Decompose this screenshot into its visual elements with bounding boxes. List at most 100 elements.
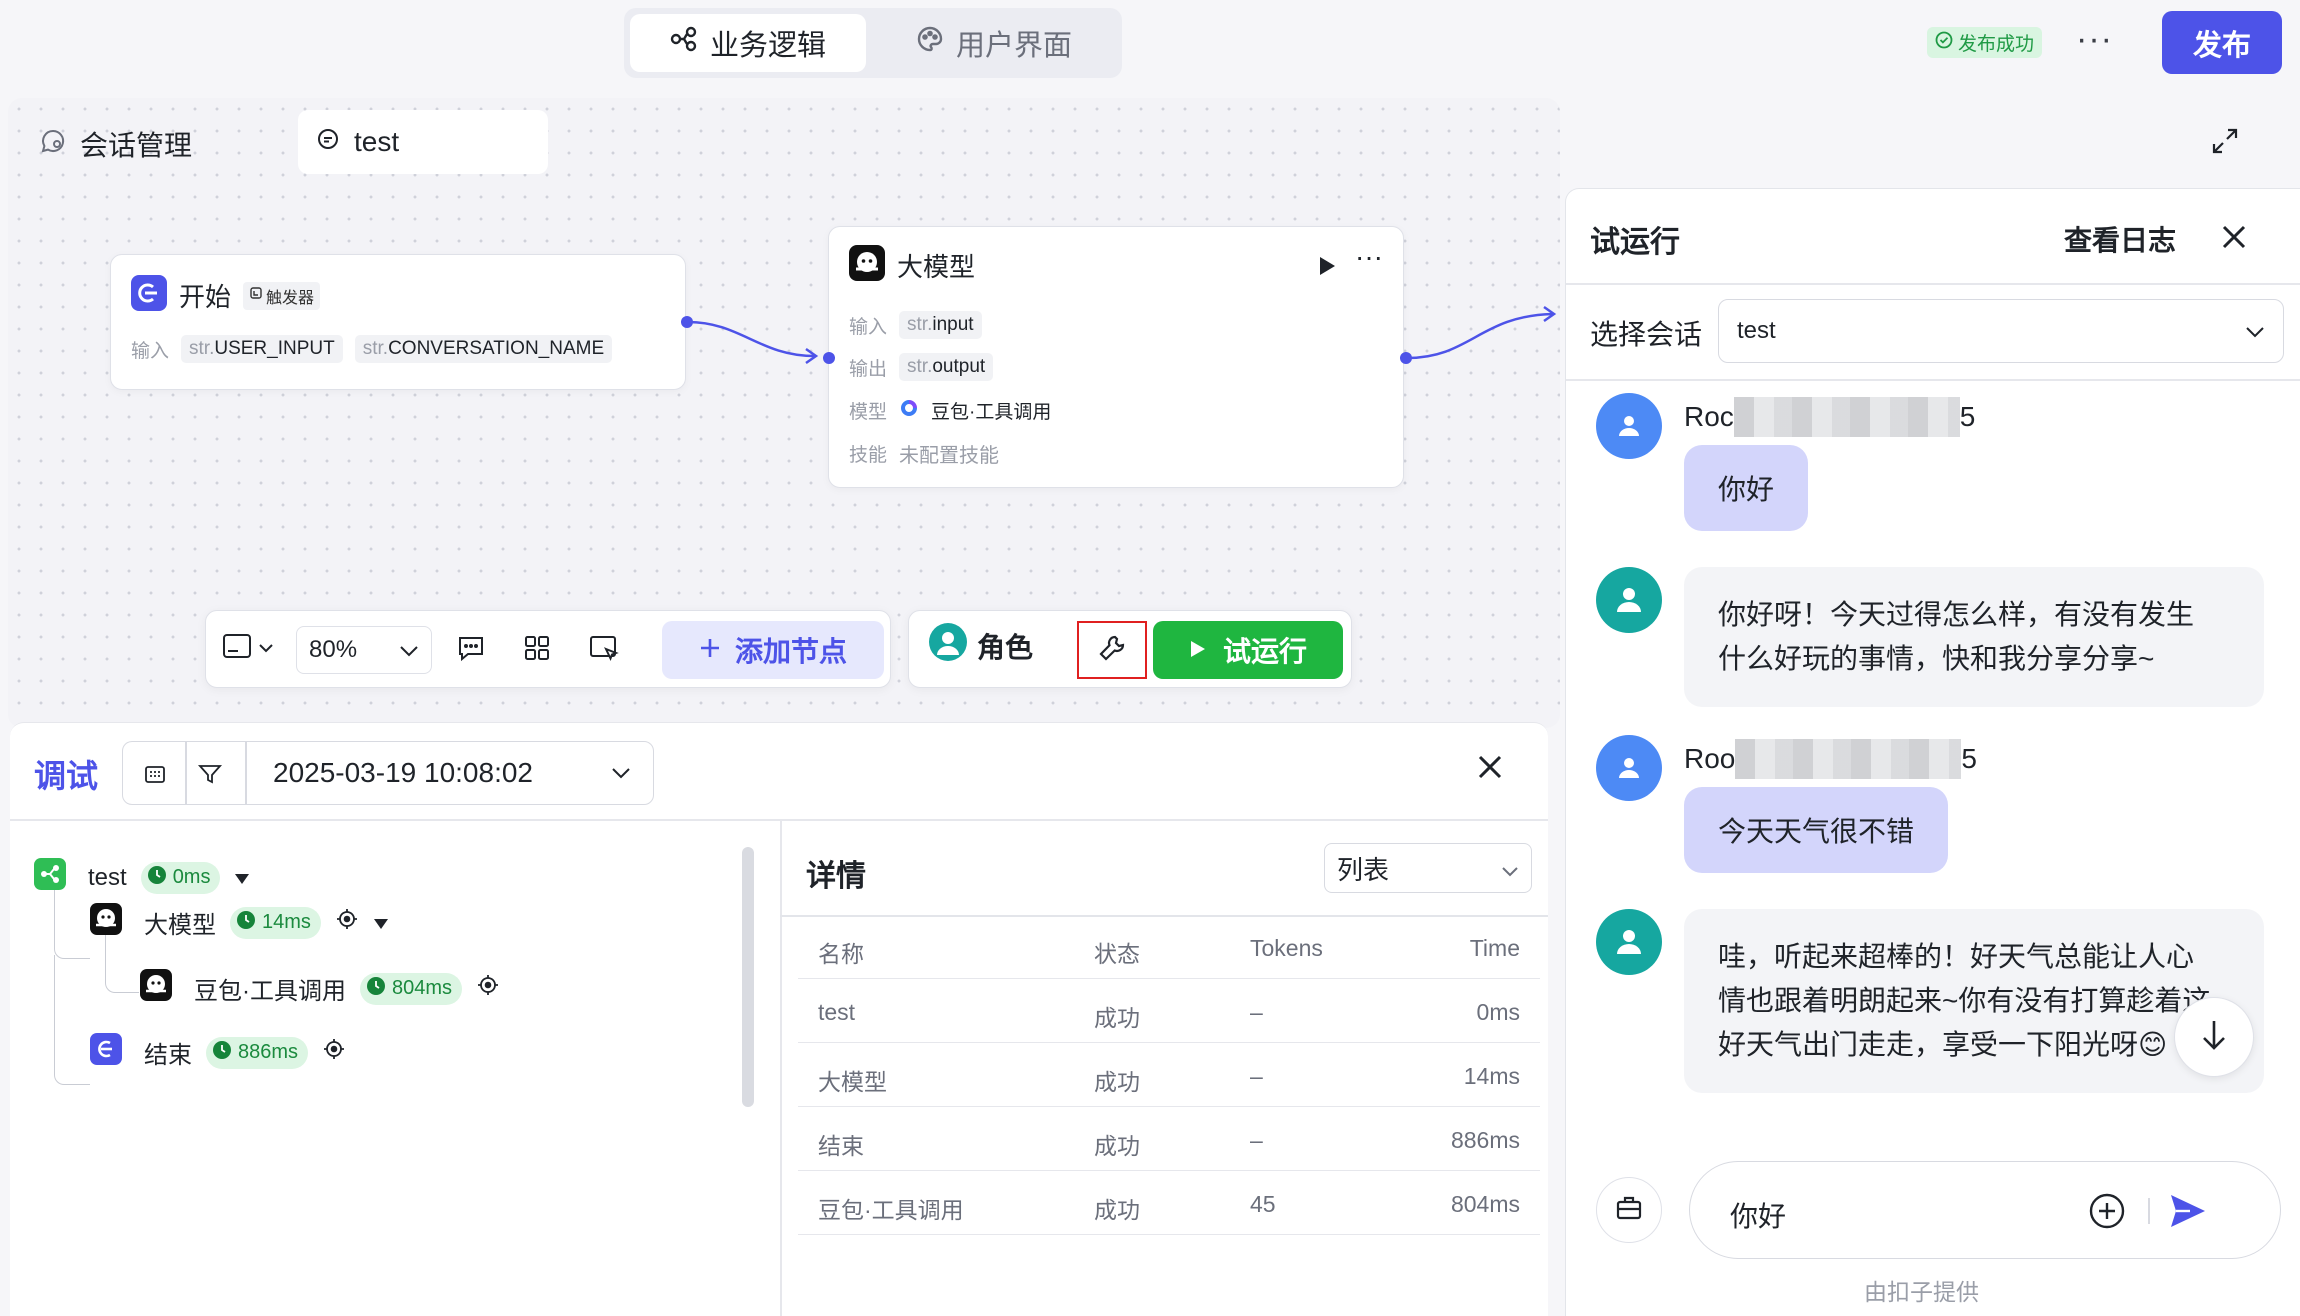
minimap-toggle[interactable]	[222, 633, 274, 664]
user-name-suffix: 5	[1959, 401, 1976, 432]
powered-by-note: 由扣子提供	[1864, 1279, 1979, 1305]
cell-tokens: –	[1250, 999, 1263, 1025]
llm-node-icon	[140, 969, 172, 1008]
chat-session-divider	[1566, 379, 2300, 381]
start-node-title: 开始	[179, 282, 232, 312]
session-value: test	[1737, 317, 1776, 344]
play-icon[interactable]	[1317, 255, 1337, 282]
session-select[interactable]: test	[1718, 299, 2284, 363]
cell-time: 886ms	[1450, 1127, 1520, 1153]
tree-node-name: 豆包·工具调用	[194, 978, 346, 1005]
clock-icon	[236, 910, 256, 936]
play-icon	[1189, 634, 1207, 666]
tree-node-name: 结束	[144, 1042, 192, 1069]
tree-scrollbar[interactable]	[742, 847, 754, 1107]
time-badge: 0ms	[140, 861, 221, 894]
tree-node-doubao[interactable]: 豆包·工具调用 804ms	[140, 969, 500, 1008]
chat-input[interactable]: 你好	[1689, 1161, 2281, 1259]
caret-down-icon[interactable]	[234, 864, 250, 892]
fit-view-icon[interactable]	[588, 633, 620, 663]
auto-layout-icon[interactable]	[522, 633, 552, 663]
cell-time: 804ms	[1450, 1191, 1520, 1217]
bot-avatar	[1596, 909, 1662, 975]
tree-node-test[interactable]: test 0ms	[34, 858, 250, 897]
var-chip-output: str.output	[899, 353, 994, 381]
trigger-tag: 触发器	[243, 281, 321, 310]
publish-button[interactable]: 发布	[2162, 11, 2282, 74]
locate-icon[interactable]	[476, 973, 500, 1004]
role-button[interactable]: 角色	[929, 623, 1033, 668]
publish-status-text: 发布成功	[1958, 34, 2035, 55]
cell-tokens: –	[1250, 1127, 1263, 1153]
zoom-select[interactable]: 80%	[296, 626, 432, 674]
bot-message: 哇，听起来超棒的！好天气总能让人心 情也跟着明朗起来~你有没有打算趁着这 好天气…	[1684, 909, 2264, 1093]
tree-node-name: 大模型	[144, 912, 216, 939]
user-name-suffix: 5	[1961, 743, 1977, 774]
check-circle-icon	[1935, 31, 1953, 55]
llm-node[interactable]: 大模型 ··· 输入 str.input 输出 str.output 模型 豆包…	[828, 226, 1404, 488]
tree-node-llm[interactable]: 大模型 14ms	[90, 903, 389, 942]
table-row[interactable]: test 成功 – 0ms	[798, 979, 1540, 1043]
user-avatar	[1596, 735, 1662, 801]
cell-time: 14ms	[1463, 1063, 1520, 1089]
user-name: Roo 5	[1684, 739, 1977, 779]
bot-message: 你好呀！今天过得怎么样，有没有发生 什么好玩的事情，快和我分享分享~	[1684, 567, 2264, 707]
user-message: 今天天气很不错	[1684, 787, 1949, 873]
add-circle-icon[interactable]	[2088, 1192, 2126, 1235]
trigger-tag-label: 触发器	[266, 289, 315, 307]
llm-input-port[interactable]	[823, 352, 835, 364]
cell-status: 成功	[1094, 1005, 1140, 1031]
caret-down-icon[interactable]	[373, 909, 389, 937]
var-chip-conversation-name: str.CONVERSATION_NAME	[354, 335, 613, 363]
bot-message-line: 情也跟着明朗起来~你有没有打算趁着这	[1718, 985, 2211, 1016]
cell-name: 结束	[818, 1133, 864, 1159]
clock-icon	[212, 1040, 232, 1066]
table-header: 名称 状态 Tokens Time	[798, 915, 1540, 979]
toolkit-button[interactable]	[1596, 1177, 1662, 1243]
time-badge-text: 886ms	[238, 1041, 299, 1063]
table-row[interactable]: 豆包·工具调用 成功 45 804ms	[798, 1171, 1540, 1235]
close-icon[interactable]	[1470, 747, 1510, 787]
expand-icon[interactable]	[2210, 126, 2240, 156]
scroll-to-bottom-button[interactable]	[2174, 997, 2254, 1077]
test-run-title: 试运行	[1590, 226, 1680, 259]
node-more-icon[interactable]: ···	[1355, 241, 1383, 273]
llm-skill-label: 技能	[849, 445, 888, 466]
locate-icon[interactable]	[322, 1037, 346, 1068]
more-options-button[interactable]: ···	[2076, 20, 2113, 59]
tree-connector	[54, 955, 90, 1085]
wrench-button[interactable]	[1077, 621, 1147, 679]
view-mode-select[interactable]: 列表	[1324, 843, 1532, 893]
redacted-name	[1733, 397, 1960, 437]
start-node[interactable]: 开始 触发器 输入 str.USER_INPUT str.CONVERSATIO…	[110, 254, 686, 390]
table-row[interactable]: 大模型 成功 – 14ms	[798, 1043, 1540, 1107]
close-icon[interactable]	[2216, 219, 2252, 255]
chevron-down-icon	[1501, 853, 1519, 884]
cell-status: 成功	[1094, 1069, 1140, 1095]
user-message: 你好	[1684, 445, 1809, 531]
calendar-icon[interactable]	[143, 762, 167, 791]
send-icon[interactable]	[2168, 1192, 2208, 1235]
clock-icon	[147, 865, 167, 891]
tree-node-end[interactable]: 结束 886ms	[90, 1033, 346, 1072]
comment-icon[interactable]	[456, 633, 486, 663]
session-label: 选择会话	[1590, 319, 1703, 350]
filter-icon[interactable]	[197, 761, 223, 792]
llm-output-port[interactable]	[1400, 352, 1412, 364]
zoom-value: 80%	[309, 636, 358, 663]
debug-date-value[interactable]: 2025-03-19 10:08:02	[273, 757, 533, 789]
locate-icon[interactable]	[335, 907, 359, 938]
llm-node-title: 大模型	[897, 252, 976, 282]
cell-name: 豆包·工具调用	[818, 1197, 964, 1223]
test-run-button[interactable]: 试运行	[1153, 621, 1343, 679]
view-log-link[interactable]: 查看日志	[2064, 219, 2176, 259]
llm-skill-value: 未配置技能	[899, 445, 1000, 467]
workflow-node-icon	[34, 858, 66, 897]
add-node-button[interactable]: 添加节点	[662, 621, 884, 679]
time-badge-text: 804ms	[392, 977, 453, 999]
table-row[interactable]: 结束 成功 – 886ms	[798, 1107, 1540, 1171]
briefcase-icon	[1614, 1193, 1644, 1228]
start-output-port[interactable]	[681, 316, 693, 328]
chevron-down-icon[interactable]	[611, 766, 631, 784]
cell-tokens: 45	[1250, 1191, 1276, 1217]
